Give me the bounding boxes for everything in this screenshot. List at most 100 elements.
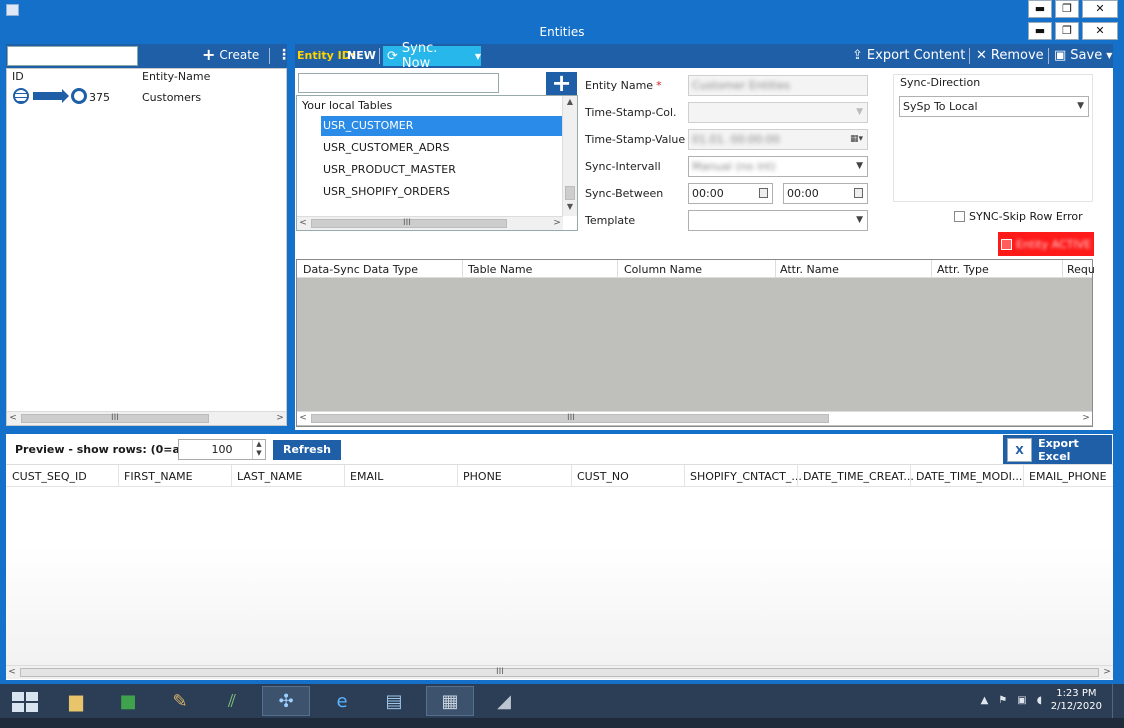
column-divider[interactable] (797, 465, 798, 487)
scroll-thumb[interactable] (565, 186, 575, 200)
column-divider[interactable] (775, 260, 776, 278)
network-icon[interactable]: ▣ (1017, 695, 1026, 706)
export-excel-button[interactable]: X Export Excel (1003, 435, 1112, 464)
column-divider[interactable] (571, 465, 572, 487)
export-content-button[interactable]: ⇪ Export Content (852, 48, 965, 63)
template-select[interactable]: ▼ (688, 210, 868, 231)
taskbar-explorer[interactable]: ▆ (52, 686, 100, 716)
col-header-table-name[interactable]: Table Name (468, 263, 532, 276)
col-header-entity-name[interactable]: Entity-Name (142, 70, 210, 83)
col-header-data-type[interactable]: Data Type (363, 263, 418, 276)
rows-spinner[interactable]: ▲ ▼ (252, 440, 265, 459)
start-button[interactable] (6, 688, 44, 716)
spin-down-icon[interactable]: ▼ (256, 449, 261, 457)
checkbox-icon[interactable] (954, 211, 965, 222)
tray-up-icon[interactable]: ▲ (981, 695, 989, 706)
app-restore-button[interactable]: ❐ (1055, 22, 1079, 40)
col-header-cust-no[interactable]: CUST_NO (577, 470, 629, 483)
column-divider[interactable] (684, 465, 685, 487)
scroll-left-icon[interactable]: < (297, 217, 309, 230)
col-header-date-created[interactable]: DATE_TIME_CREAT... (803, 470, 914, 483)
table-search-input[interactable] (298, 73, 499, 93)
calendar-icon[interactable] (854, 188, 863, 198)
sync-between-from-input[interactable]: 00:00 (688, 183, 773, 204)
scroll-right-icon[interactable]: > (274, 412, 286, 425)
entity-active-toggle[interactable]: Entity ACTIVE (998, 232, 1094, 256)
flag-icon[interactable]: ⚑ (998, 695, 1007, 706)
col-header-id[interactable]: ID (12, 70, 24, 83)
scroll-left-icon[interactable]: < (297, 412, 309, 425)
col-header-required[interactable]: Requ (1067, 263, 1095, 276)
taskbar-tools[interactable]: ✎ (156, 686, 204, 716)
taskbar-app-green[interactable]: ■ (104, 686, 152, 716)
scroll-up-icon[interactable]: ▲ (563, 97, 577, 109)
col-header-attr-name[interactable]: Attr. Name (780, 263, 839, 276)
column-divider[interactable] (1023, 465, 1024, 487)
sync-interval-select[interactable]: Manual (no int) ▼ (688, 156, 868, 177)
column-divider[interactable] (931, 260, 932, 278)
taskbar-window[interactable]: ▦ (426, 686, 474, 716)
calendar-icon[interactable] (759, 188, 768, 198)
save-button[interactable]: ▣ Save ▼ (1054, 48, 1112, 63)
skip-row-error-checkbox[interactable]: SYNC-Skip Row Error (954, 210, 1083, 223)
col-header-phone[interactable]: PHONE (463, 470, 502, 483)
taskbar-sync-app[interactable]: ✣ (262, 686, 310, 716)
refresh-button[interactable]: Refresh (273, 440, 341, 460)
table-item[interactable]: USR_PRODUCT_MASTER (321, 160, 563, 180)
more-menu-button[interactable]: ⋮ (277, 47, 291, 63)
col-header-email-phone[interactable]: EMAIL_PHONE (1029, 470, 1107, 483)
scroll-right-icon[interactable]: > (1080, 412, 1092, 425)
column-divider[interactable] (344, 465, 345, 487)
timestamp-col-select[interactable]: ▼ (688, 102, 868, 123)
sync-between-to-input[interactable]: 00:00 (783, 183, 868, 204)
col-header-attr-type[interactable]: Attr. Type (937, 263, 989, 276)
taskbar-ie[interactable]: e (318, 686, 366, 716)
attribute-grid-hscroll[interactable]: < III > (297, 411, 1092, 425)
rdp-close-button[interactable]: ✕ (1082, 0, 1118, 18)
taskbar-app-gray[interactable]: ◢ (480, 686, 528, 716)
calendar-icon[interactable]: ▦▾ (850, 130, 863, 149)
column-divider[interactable] (457, 465, 458, 487)
column-divider[interactable] (1062, 260, 1063, 278)
col-header-cust-seq-id[interactable]: CUST_SEQ_ID (12, 470, 87, 483)
col-header-shopify-contact[interactable]: SHOPIFY_CNTACT_... (690, 470, 802, 483)
taskbar-remote[interactable]: ▤ (370, 686, 418, 716)
spin-up-icon[interactable]: ▲ (256, 440, 261, 448)
preview-grid-hscroll[interactable]: < III > (6, 665, 1113, 679)
clock[interactable]: 1:23 PM 2/12/2020 (1051, 687, 1102, 713)
scroll-down-icon[interactable]: ▼ (563, 202, 577, 214)
tables-vscroll[interactable]: ▲ ▼ (562, 96, 577, 216)
add-table-button[interactable]: + (546, 71, 577, 95)
tables-hscroll[interactable]: < III > (297, 216, 563, 230)
col-header-first-name[interactable]: FIRST_NAME (124, 470, 193, 483)
table-item[interactable]: USR_CUSTOMER_ADRS (321, 138, 563, 158)
col-header-email[interactable]: EMAIL (350, 470, 383, 483)
show-desktop-button[interactable] (1112, 684, 1124, 718)
remove-button[interactable]: ✕ Remove (976, 48, 1044, 63)
table-item[interactable]: USR_SHOPIFY_ORDERS (321, 182, 563, 202)
column-divider[interactable] (617, 260, 618, 278)
table-item[interactable]: USR_CUSTOMER (321, 116, 563, 136)
sync-direction-select[interactable]: SySp To Local ▼ (899, 96, 1089, 117)
entity-search-input[interactable] (7, 46, 138, 66)
entity-list-hscroll[interactable]: < III > (7, 411, 286, 425)
checkbox-icon[interactable] (1001, 238, 1012, 250)
scroll-right-icon[interactable]: > (551, 217, 563, 230)
scroll-right-icon[interactable]: > (1101, 666, 1113, 679)
timestamp-value-picker[interactable]: 01.01. 00:00:00 ▦▾ (688, 129, 868, 150)
app-minimize-button[interactable]: ▬ (1028, 22, 1052, 40)
entity-row[interactable]: 375 Customers (11, 88, 271, 106)
col-header-last-name[interactable]: LAST_NAME (237, 470, 302, 483)
column-divider[interactable] (910, 465, 911, 487)
column-divider[interactable] (231, 465, 232, 487)
scroll-left-icon[interactable]: < (7, 412, 19, 425)
rdp-restore-button[interactable]: ❐ (1055, 0, 1079, 18)
col-header-column-name[interactable]: Column Name (624, 263, 702, 276)
sync-now-button[interactable]: ⟳ Sync. Now ▼ (383, 41, 481, 71)
app-close-button[interactable]: ✕ (1082, 22, 1118, 40)
col-header-date-modified[interactable]: DATE_TIME_MODI... (916, 470, 1022, 483)
volume-icon[interactable]: ◖ (1037, 695, 1042, 706)
scroll-thumb[interactable] (20, 668, 1099, 677)
col-header-data-sync[interactable]: Data-Sync (303, 263, 360, 276)
create-button[interactable]: + Create (202, 47, 259, 63)
